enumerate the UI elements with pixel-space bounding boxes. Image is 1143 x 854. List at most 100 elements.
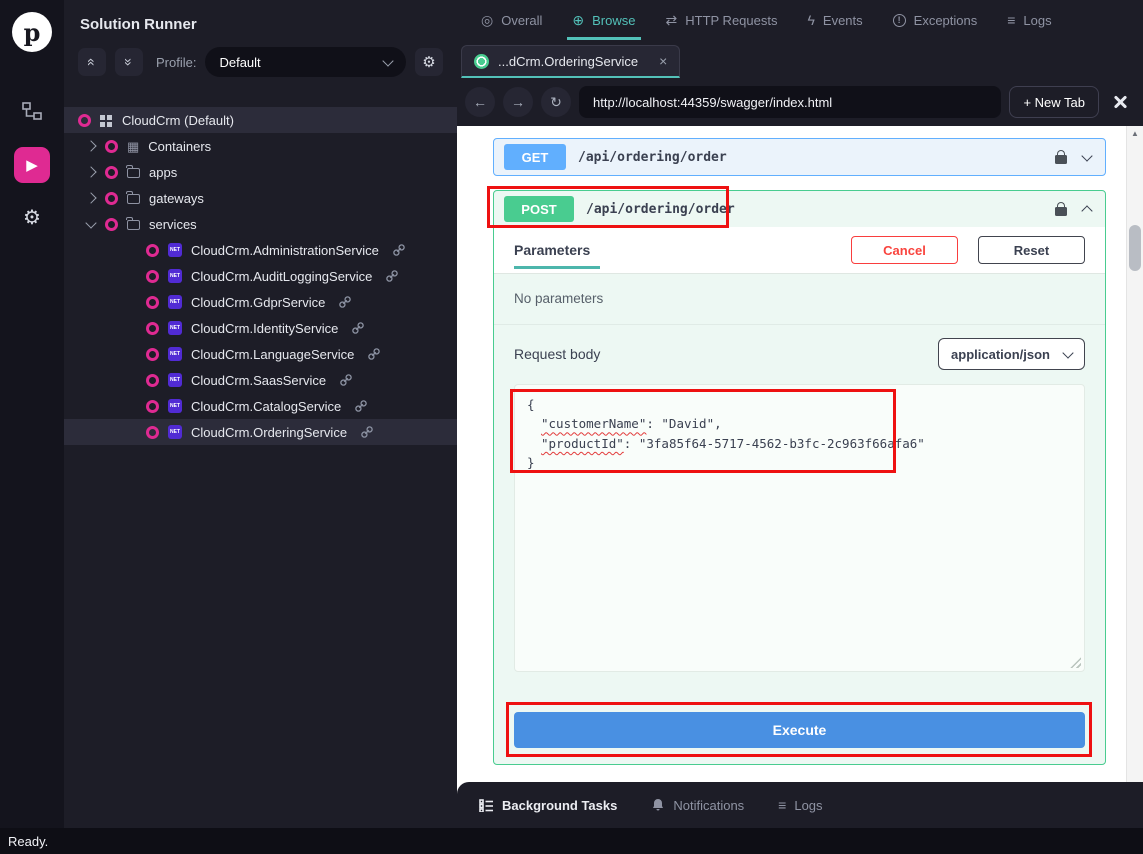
tab-http-requests[interactable]: ⇄ HTTP Requests bbox=[666, 0, 778, 40]
bell-icon bbox=[651, 798, 665, 812]
main-tab-strip: ◎ Overall ⊕ Browse ⇄ HTTP Requests ϟ Eve… bbox=[457, 0, 1143, 40]
reset-button[interactable]: Reset bbox=[978, 236, 1085, 264]
request-body-row: Request body application/json bbox=[494, 325, 1105, 380]
scroll-up-arrow[interactable]: ▲ bbox=[1127, 129, 1143, 138]
tools-icon[interactable] bbox=[1111, 93, 1129, 111]
logs-icon: ≡ bbox=[778, 798, 786, 812]
logs-button[interactable]: ≡ Logs bbox=[778, 798, 822, 813]
json-key-productid: "productId" bbox=[541, 436, 624, 451]
new-tab-button[interactable]: + New Tab bbox=[1009, 86, 1099, 118]
tab-overall[interactable]: ◎ Overall bbox=[481, 0, 542, 40]
tab-close-icon[interactable]: × bbox=[659, 53, 667, 69]
sidebar: Solution Runner « » Profile: Default ⚙ C… bbox=[64, 0, 457, 828]
tree-item-containers[interactable]: ▦ Containers bbox=[64, 133, 457, 159]
chevron-down-icon bbox=[86, 222, 96, 227]
tree-item-apps[interactable]: apps bbox=[64, 159, 457, 185]
collapse-all-button[interactable]: « bbox=[78, 48, 106, 76]
tree-item-service[interactable]: CloudCrm.GdprService bbox=[64, 289, 457, 315]
link-icon[interactable] bbox=[352, 322, 364, 334]
tab-events[interactable]: ϟ Events bbox=[807, 0, 862, 40]
lock-icon[interactable] bbox=[1055, 155, 1067, 164]
tree-item-root[interactable]: CloudCrm (Default) bbox=[64, 107, 457, 133]
tree-item-services[interactable]: services bbox=[64, 211, 457, 237]
app-badge-icon bbox=[146, 296, 159, 309]
tree-item-label: apps bbox=[149, 165, 177, 180]
overall-icon: ◎ bbox=[481, 13, 493, 27]
refresh-icon: ↻ bbox=[550, 94, 562, 111]
content-type-value: application/json bbox=[951, 347, 1050, 362]
app-badge-icon bbox=[146, 322, 159, 335]
solution-tree-icon[interactable] bbox=[22, 102, 42, 125]
tree-item-service-selected[interactable]: CloudCrm.OrderingService bbox=[64, 419, 457, 445]
app-badge-icon bbox=[146, 348, 159, 361]
chevron-up-icon[interactable] bbox=[1081, 205, 1092, 216]
vertical-scrollbar[interactable]: ▲ ▼ bbox=[1126, 126, 1143, 794]
status-text: Ready. bbox=[8, 834, 48, 849]
run-button[interactable]: ▶ bbox=[14, 147, 50, 183]
dotnet-icon bbox=[168, 425, 182, 439]
browser-tab-orderingservice[interactable]: ...dCrm.OrderingService × bbox=[461, 45, 680, 78]
tree-item-service[interactable]: CloudCrm.AdministrationService bbox=[64, 237, 457, 263]
app-badge-icon bbox=[105, 140, 118, 153]
request-body-label: Request body bbox=[514, 346, 600, 362]
swagger-icon bbox=[474, 54, 489, 69]
link-icon[interactable] bbox=[340, 374, 352, 386]
cancel-button[interactable]: Cancel bbox=[851, 236, 958, 264]
json-brace: { bbox=[527, 397, 535, 412]
link-icon[interactable] bbox=[368, 348, 380, 360]
main-panel: ◎ Overall ⊕ Browse ⇄ HTTP Requests ϟ Eve… bbox=[457, 0, 1143, 828]
refresh-button[interactable]: ↻ bbox=[541, 87, 571, 117]
tree-item-label: CloudCrm (Default) bbox=[122, 113, 234, 128]
url-input[interactable] bbox=[579, 86, 1001, 118]
tab-label: Overall bbox=[501, 13, 542, 28]
lock-icon[interactable] bbox=[1055, 207, 1067, 216]
post-operation-path: /api/ordering/order bbox=[586, 202, 735, 217]
tab-exceptions[interactable]: ! Exceptions bbox=[893, 0, 978, 40]
tree-item-service[interactable]: CloudCrm.SaasService bbox=[64, 367, 457, 393]
tree-item-service[interactable]: CloudCrm.IdentityService bbox=[64, 315, 457, 341]
link-icon[interactable] bbox=[339, 296, 351, 308]
request-body-editor-wrap: { "customerName": "David", "productId": … bbox=[514, 384, 1085, 672]
profile-dropdown[interactable]: Default bbox=[205, 47, 406, 77]
notifications-button[interactable]: Notifications bbox=[651, 798, 744, 813]
dotnet-icon bbox=[168, 347, 182, 361]
app-badge-icon bbox=[146, 244, 159, 257]
tab-browse[interactable]: ⊕ Browse bbox=[572, 0, 635, 40]
content-type-select[interactable]: application/json bbox=[938, 338, 1085, 370]
profile-label: Profile: bbox=[156, 55, 196, 70]
expand-all-button[interactable]: » bbox=[115, 48, 143, 76]
scrollbar-thumb[interactable] bbox=[1129, 225, 1141, 271]
folder-icon bbox=[127, 220, 140, 230]
get-operation-header[interactable]: GET /api/ordering/order bbox=[494, 139, 1105, 175]
chevron-down-icon bbox=[1062, 347, 1073, 358]
execute-area: Execute bbox=[494, 672, 1105, 764]
back-button[interactable]: ← bbox=[465, 87, 495, 117]
back-arrow-icon: ← bbox=[473, 94, 487, 110]
post-operation-header[interactable]: POST /api/ordering/order bbox=[494, 191, 1105, 227]
tree-item-service[interactable]: CloudCrm.AuditLoggingService bbox=[64, 263, 457, 289]
link-icon[interactable] bbox=[355, 400, 367, 412]
get-method-pill: GET bbox=[504, 144, 566, 170]
link-icon[interactable] bbox=[386, 270, 398, 282]
parameters-bar: Parameters Cancel Reset bbox=[494, 227, 1105, 274]
sidebar-title: Solution Runner bbox=[64, 0, 457, 41]
tree-item-service[interactable]: CloudCrm.CatalogService bbox=[64, 393, 457, 419]
tree-item-label: CloudCrm.IdentityService bbox=[191, 321, 338, 336]
parameters-title: Parameters bbox=[514, 242, 590, 258]
link-icon[interactable] bbox=[393, 244, 405, 256]
browser-tab-row: ...dCrm.OrderingService × bbox=[457, 40, 1143, 78]
forward-arrow-icon: → bbox=[511, 94, 525, 110]
settings-gear-icon[interactable]: ⚙ bbox=[23, 205, 41, 230]
request-body-editor[interactable]: { "customerName": "David", "productId": … bbox=[514, 384, 1085, 672]
execute-button[interactable]: Execute bbox=[514, 712, 1085, 748]
background-tasks-label: Background Tasks bbox=[502, 798, 617, 813]
profile-settings-button[interactable]: ⚙ bbox=[415, 48, 443, 76]
tab-logs[interactable]: ≡ Logs bbox=[1007, 0, 1051, 40]
background-tasks-button[interactable]: Background Tasks bbox=[479, 798, 617, 813]
swagger-page: GET /api/ordering/order POST / bbox=[457, 126, 1126, 794]
tree-item-service[interactable]: CloudCrm.LanguageService bbox=[64, 341, 457, 367]
forward-button[interactable]: → bbox=[503, 87, 533, 117]
tree-item-gateways[interactable]: gateways bbox=[64, 185, 457, 211]
link-icon[interactable] bbox=[361, 426, 373, 438]
chevron-down-icon[interactable] bbox=[1081, 150, 1092, 161]
